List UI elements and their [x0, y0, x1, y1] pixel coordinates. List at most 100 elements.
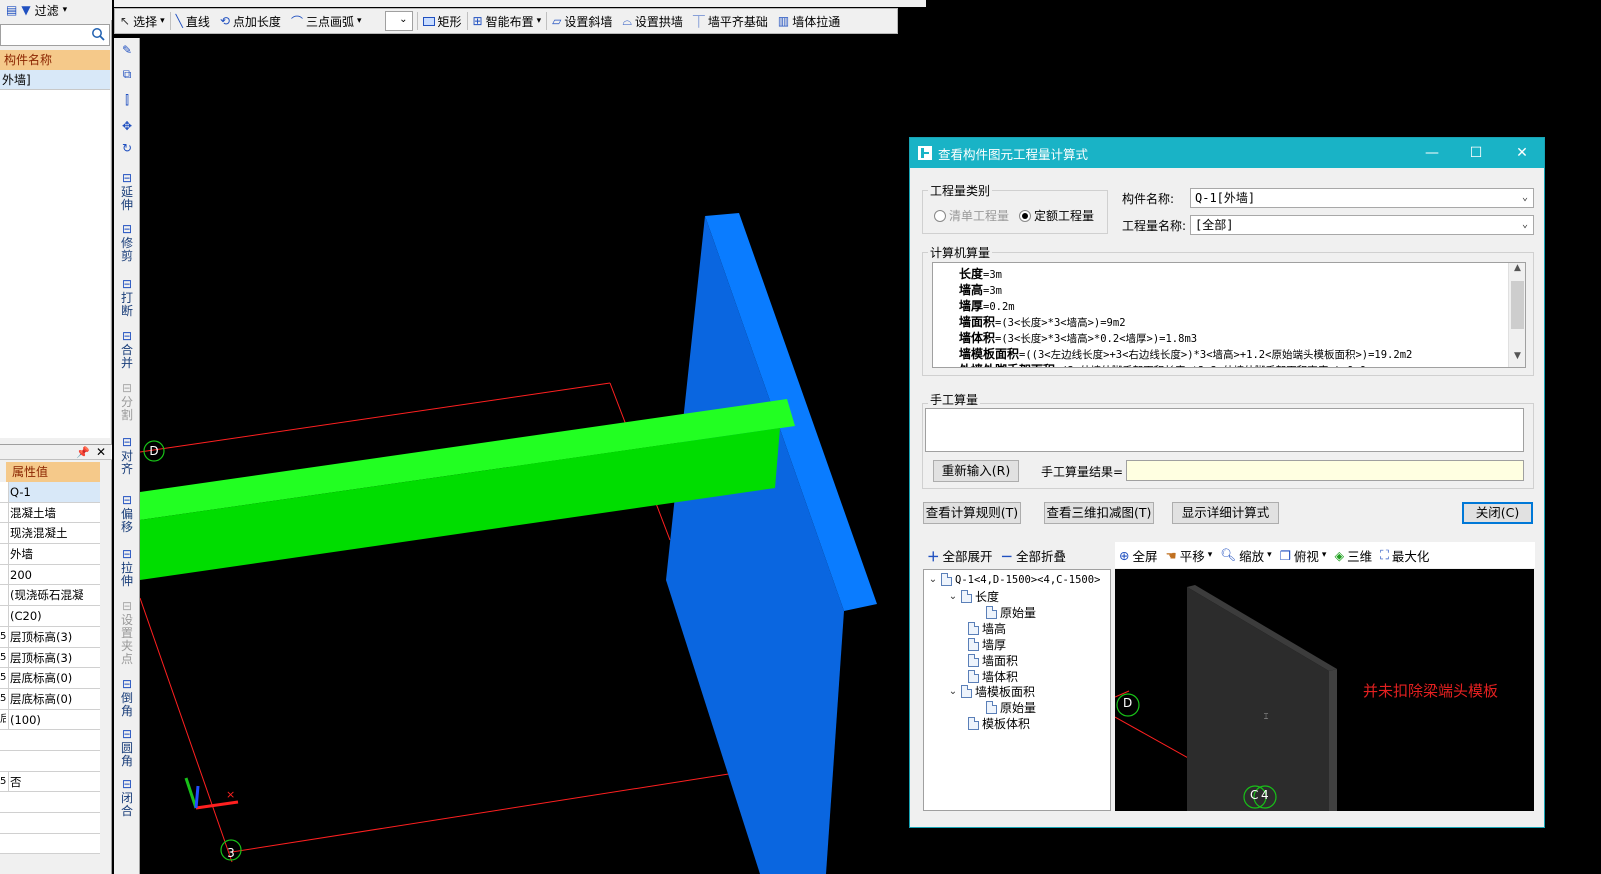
- rect-tool[interactable]: 矩形: [418, 9, 467, 33]
- minimize-button[interactable]: —: [1410, 138, 1454, 168]
- vtool-11[interactable]: ⊟ 闭合: [114, 778, 140, 818]
- property-row[interactable]: 后 (100): [0, 709, 100, 731]
- pan-button[interactable]: ☚ 平移 ▾: [1162, 546, 1217, 565]
- property-value[interactable]: (100): [8, 709, 100, 730]
- deduction-3d-view[interactable]: ⌶ D C 4 并未扣除梁端头模板: [1115, 569, 1534, 811]
- property-row[interactable]: 200: [0, 564, 100, 586]
- vtool-1[interactable]: ⊟ 修剪: [114, 223, 140, 263]
- expand-all-button[interactable]: ＋ 全部展开: [923, 546, 997, 565]
- tree-node-root[interactable]: ⌄ Q-1<4,D-1500><4,C-1500>: [928, 573, 1100, 586]
- wall-extrude-tool[interactable]: ▥ 墙体拉通: [773, 9, 845, 33]
- scroll-thumb[interactable]: [1511, 281, 1524, 329]
- property-value[interactable]: (现浇砾石混凝: [8, 585, 100, 606]
- close-dialog-button[interactable]: 关闭(C): [1462, 502, 1533, 524]
- property-row[interactable]: 5 层底标高(0): [0, 668, 100, 689]
- close-button[interactable]: ✕: [1500, 138, 1544, 168]
- property-row[interactable]: [0, 750, 100, 772]
- property-row[interactable]: 混凝土墙: [0, 502, 100, 524]
- property-row[interactable]: 5 层顶标高(3): [0, 626, 100, 648]
- draw-mode-combo[interactable]: ⌄: [384, 11, 413, 31]
- vtool-8[interactable]: ⊟ 设置夹点: [114, 600, 140, 666]
- property-value[interactable]: 否: [8, 771, 100, 792]
- three-d-button[interactable]: ◈ 三维: [1330, 546, 1376, 565]
- set-arch-wall-tool[interactable]: ⌓ 设置拱墙: [617, 9, 688, 33]
- tree-node-wall-height[interactable]: 墙高: [968, 620, 1006, 637]
- property-value[interactable]: 层顶标高(3): [8, 626, 100, 647]
- filter-button[interactable]: 过滤: [35, 2, 59, 19]
- component-list-item[interactable]: 外墙]: [0, 70, 110, 90]
- vtool-6[interactable]: ⊟ 偏移: [114, 494, 140, 534]
- property-value[interactable]: 层底标高(0): [8, 668, 100, 689]
- property-value[interactable]: (C20): [8, 606, 100, 627]
- property-row[interactable]: [0, 813, 100, 834]
- property-row[interactable]: [0, 730, 100, 751]
- property-row[interactable]: 5 层顶标高(3): [0, 647, 100, 669]
- scroll-up-icon[interactable]: ▲: [1509, 263, 1525, 279]
- tree-node-formwork-volume[interactable]: 模板体积: [968, 715, 1030, 732]
- manual-result-field[interactable]: [1126, 460, 1524, 481]
- property-value[interactable]: 混凝土墙: [8, 502, 100, 523]
- property-row[interactable]: 5否: [0, 771, 100, 793]
- property-value[interactable]: 层底标高(0): [8, 688, 100, 709]
- vtool-2[interactable]: ⊟ 打断: [114, 278, 140, 318]
- property-row[interactable]: 现浇混凝土: [0, 523, 100, 545]
- vtool-9[interactable]: ⊟ 倒角: [114, 678, 140, 718]
- vtool-7[interactable]: ⊟ 拉伸: [114, 548, 140, 588]
- mirror-tool[interactable]: ⫿: [114, 94, 140, 107]
- tree-node-formwork-area[interactable]: ⌄ 墙模板面积: [948, 683, 1035, 700]
- top-view-button[interactable]: ❒ 俯视 ▾: [1276, 546, 1331, 565]
- property-value[interactable]: 外墙: [8, 544, 100, 565]
- property-value[interactable]: Q-1: [8, 482, 100, 502]
- tree-node-wall-area[interactable]: 墙面积: [968, 652, 1018, 669]
- vtool-3[interactable]: ⊟ 合并: [114, 330, 140, 370]
- reinput-button[interactable]: 重新输入(R): [933, 460, 1019, 482]
- point-length-tool[interactable]: ⟲ 点加长度: [215, 9, 286, 33]
- wall-align-foundation-tool[interactable]: ⏉ 墙平齐基础: [688, 9, 773, 33]
- search-input[interactable]: [0, 24, 110, 46]
- property-row[interactable]: [0, 792, 100, 813]
- property-row[interactable]: (现浇砾石混凝: [0, 585, 100, 607]
- quantity-name-select[interactable]: [全部] ⌄: [1190, 215, 1534, 235]
- property-value[interactable]: 层顶标高(3): [8, 647, 100, 668]
- property-value[interactable]: 200: [8, 564, 100, 585]
- pin-icon[interactable]: 📌: [76, 446, 90, 459]
- view-3d-deduction-button[interactable]: 查看三维扣减图(T): [1044, 502, 1154, 524]
- manual-calc-input[interactable]: [925, 408, 1524, 452]
- tree-node-length-raw[interactable]: 原始量: [986, 604, 1036, 621]
- vtool-5[interactable]: ⊟ 对齐: [114, 436, 140, 476]
- three-point-arc-tool[interactable]: ⌒ 三点画弧 ▾: [286, 9, 367, 33]
- calc-scrollbar[interactable]: ▲ ▼: [1508, 263, 1525, 367]
- filter-icon[interactable]: ▼: [21, 3, 30, 17]
- copy-tool[interactable]: ⧉: [114, 68, 140, 81]
- rotate-tool[interactable]: ↻: [114, 142, 140, 155]
- move-tool[interactable]: ✥: [114, 120, 140, 133]
- vtool-4[interactable]: ⊟ 分割: [114, 382, 140, 422]
- collapse-all-button[interactable]: － 全部折叠: [997, 546, 1071, 565]
- property-row[interactable]: (C20): [0, 606, 100, 627]
- component-name-select[interactable]: Q-1[外墙] ⌄: [1190, 188, 1534, 208]
- vtool-0[interactable]: ⊟ 延伸: [114, 172, 140, 212]
- tree-node-formwork-raw[interactable]: 原始量: [986, 699, 1036, 716]
- property-row[interactable]: 5 层底标高(0): [0, 688, 100, 710]
- tree-node-length[interactable]: ⌄ 长度: [948, 588, 999, 605]
- search-icon[interactable]: [91, 27, 105, 41]
- property-row[interactable]: [0, 833, 100, 855]
- close-icon[interactable]: ✕: [96, 445, 106, 459]
- vtool-10[interactable]: ⊟ 圆角: [114, 728, 140, 768]
- fullscreen-button[interactable]: ⊕ 全屏: [1115, 546, 1162, 565]
- chevron-down-icon[interactable]: ⌄: [928, 574, 938, 585]
- smart-layout-tool[interactable]: ⊞ 智能布置 ▾: [468, 9, 547, 33]
- property-value[interactable]: 现浇混凝土: [8, 523, 100, 544]
- property-row[interactable]: 外墙: [0, 544, 100, 565]
- select-tool[interactable]: ↖ 选择 ▾: [115, 9, 170, 33]
- view-rules-button[interactable]: 查看计算规则(T): [923, 502, 1021, 524]
- computer-calc-text[interactable]: 外墙外脚手架面积=(3<外墙外脚手架面积长度>*3.3<外墙外脚手架面积高度>)…: [932, 262, 1526, 368]
- maximize-view-button[interactable]: ⛶ 最大化: [1376, 546, 1433, 565]
- set-slope-wall-tool[interactable]: ▱ 设置斜墙: [547, 9, 617, 33]
- list-quantity-radio[interactable]: 清单工程量: [934, 207, 1009, 224]
- maximize-button[interactable]: ☐: [1454, 138, 1498, 168]
- show-detail-button[interactable]: 显示详细计算式: [1172, 502, 1279, 524]
- quota-quantity-radio[interactable]: 定额工程量: [1019, 207, 1094, 224]
- tree-node-wall-thickness[interactable]: 墙厚: [968, 636, 1006, 653]
- zoom-button[interactable]: 🔍︎ 缩放 ▾: [1216, 546, 1275, 565]
